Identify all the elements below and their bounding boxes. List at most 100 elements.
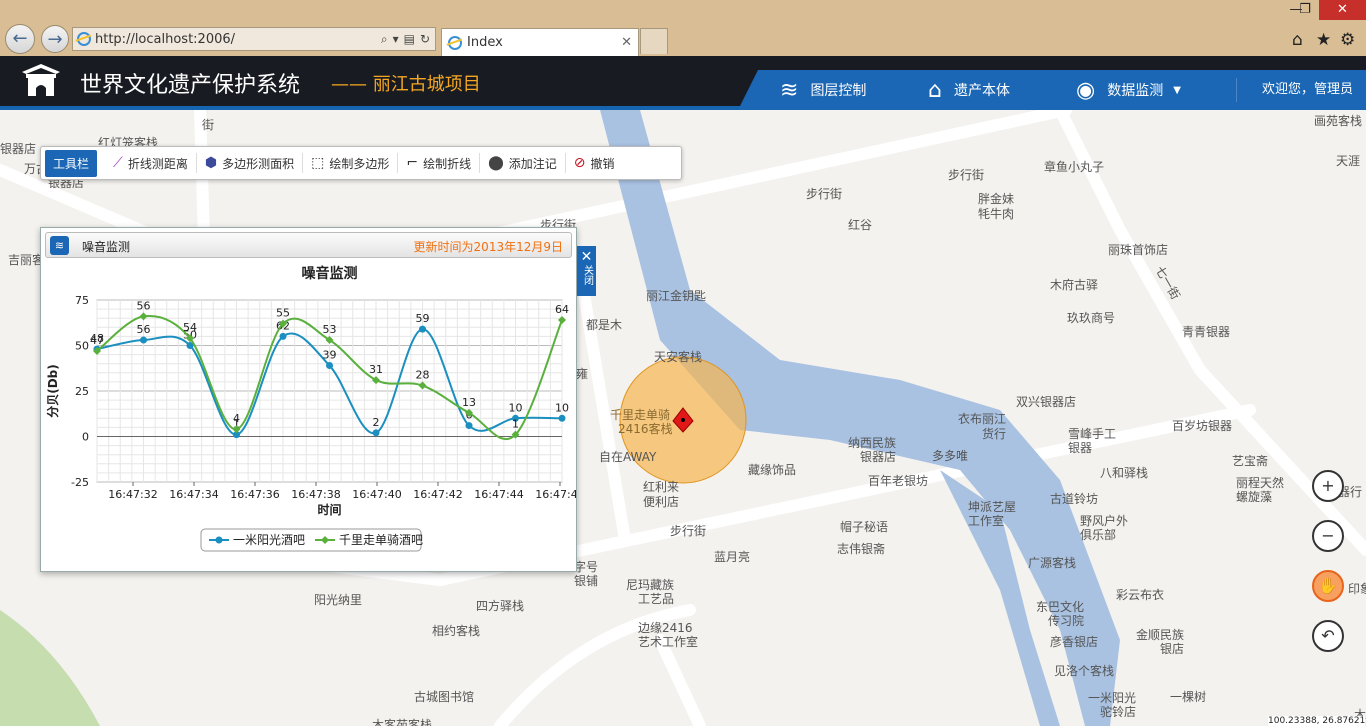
data-label: 13 bbox=[462, 396, 476, 409]
map-label: 百年老银坊 bbox=[868, 474, 929, 488]
tab-close-icon[interactable]: ✕ bbox=[621, 35, 632, 50]
tool-undo[interactable]: ⊘ 撤销 bbox=[566, 153, 623, 173]
settings-gear-icon[interactable]: ⚙ bbox=[1340, 30, 1355, 50]
map-label: 木府古驿 bbox=[1050, 278, 1099, 292]
tool-label: 绘制折线 bbox=[423, 156, 472, 171]
y-tick-label: 25 bbox=[75, 385, 89, 398]
data-label: 39 bbox=[323, 349, 337, 362]
x-tick-label: 16:47:44 bbox=[474, 488, 523, 501]
map-label: 蓝月亮 bbox=[714, 550, 751, 564]
map-label: 步行街 bbox=[670, 524, 707, 538]
home-icon: ⌂ bbox=[928, 77, 942, 103]
series-1-point bbox=[419, 325, 426, 333]
zoom-out-button[interactable]: − bbox=[1312, 520, 1344, 552]
data-label: 2 bbox=[373, 416, 380, 429]
x-tick-label: 16:47:34 bbox=[169, 488, 218, 501]
draw-polyline-icon: ⌐ bbox=[406, 155, 419, 171]
zoom-in-button[interactable]: + bbox=[1312, 470, 1344, 502]
system-name: 世界文化遗产保护系统 bbox=[80, 73, 301, 98]
back-extent-button[interactable]: ↶ bbox=[1312, 620, 1344, 652]
map-label: 青青银器 bbox=[1182, 325, 1231, 339]
data-label: 59 bbox=[416, 312, 430, 325]
map-label: 彦香银店 bbox=[1050, 635, 1099, 649]
map-label: 多多唯 bbox=[932, 449, 969, 463]
toolbar-title: 工具栏 bbox=[45, 149, 98, 177]
search-icon[interactable]: ⌕ bbox=[381, 32, 388, 47]
x-tick-label: 16:47:42 bbox=[413, 488, 462, 501]
map-label: 银铺 bbox=[574, 574, 599, 588]
tool-draw-polygon[interactable]: ⬚ 绘制多边形 bbox=[303, 153, 399, 173]
home-browser-icon[interactable]: ⌂ bbox=[1292, 30, 1303, 50]
window-close-button[interactable]: ✕ bbox=[1319, 0, 1366, 20]
dropdown-icon[interactable]: ▾ bbox=[393, 32, 399, 46]
y-axis-label: 分贝(Db) bbox=[45, 364, 60, 418]
layers-panel-icon: ≋ bbox=[50, 236, 69, 255]
data-label: 56 bbox=[137, 299, 151, 312]
tool-measure-distance[interactable]: ⟋ 折线测距离 bbox=[105, 153, 197, 173]
series-1-point bbox=[279, 332, 287, 340]
chart-title: 噪音监测 bbox=[302, 265, 358, 282]
map-label: 天涯 bbox=[1336, 154, 1361, 168]
map-label: 印象 bbox=[1348, 582, 1366, 596]
map-toolbar: 工具栏 ⟋ 折线测距离 ⬢ 多边形测面积 ⬚ 绘制多边形 ⌐ 绘制折线 ⬤ 添加注记 ⊘ 撤… bbox=[40, 146, 682, 180]
map-label: 古城图书馆 bbox=[414, 690, 475, 704]
project-name: —— 丽江古城项目 bbox=[331, 74, 481, 95]
close-label: 关闭 bbox=[581, 265, 593, 285]
panel-close-button[interactable]: ✕ 关闭 bbox=[577, 246, 596, 296]
series-1-point bbox=[326, 362, 333, 370]
refresh-icon[interactable]: ↻ bbox=[420, 32, 430, 46]
map-label: 驼铃店 bbox=[1100, 705, 1137, 719]
new-tab-button[interactable] bbox=[640, 28, 668, 54]
map-label: 相约客栈 bbox=[432, 624, 481, 638]
compat-icon[interactable]: ▤ bbox=[404, 32, 415, 46]
map-pin-icon: ⬤ bbox=[488, 155, 504, 171]
noise-monitor-panel: ≋ 噪音监测 更新时间为2013年12月9日 75 50 25 0 -25 16:47:3… bbox=[40, 227, 577, 572]
map-label: 八和驿栈 bbox=[1100, 466, 1149, 480]
pan-hand-button[interactable]: ✋ bbox=[1312, 570, 1344, 602]
url-text[interactable]: http://localhost:2006/ bbox=[95, 32, 381, 47]
map-label: 帽子秘语 bbox=[840, 520, 889, 534]
nav-data-monitor[interactable]: ◉ 数据监测 ▼ bbox=[1076, 70, 1181, 110]
map-label: 吉丽客 bbox=[8, 253, 45, 267]
map-label: 木客苑客栈 bbox=[372, 718, 433, 726]
map-label: 街 bbox=[202, 118, 215, 132]
map-label: 丽珠首饰店 bbox=[1108, 243, 1169, 257]
y-tick-label: 0 bbox=[82, 431, 89, 444]
series-1-point bbox=[558, 414, 566, 422]
noise-chart: 75 50 25 0 -25 16:47:32 16:47:34 16:47:36 16:47:… bbox=[45, 265, 576, 552]
tool-draw-polyline[interactable]: ⌐ 绘制折线 bbox=[398, 153, 481, 173]
map-label: 阳光纳里 bbox=[314, 593, 363, 607]
tool-label: 绘制多边形 bbox=[329, 156, 390, 171]
data-label: 53 bbox=[323, 323, 337, 336]
logo-icon bbox=[22, 64, 60, 96]
address-bar[interactable]: http://localhost:2006/ ⌕ ▾ ▤ ↻ bbox=[72, 27, 436, 51]
ie-icon bbox=[77, 32, 91, 46]
map-label: 艺术工作室 bbox=[638, 635, 699, 649]
monitor-icon: ◉ bbox=[1076, 77, 1096, 103]
data-label: 10 bbox=[509, 401, 523, 414]
map-label: 艺宝斋 bbox=[1232, 454, 1269, 468]
map-label: 志伟银斋 bbox=[837, 542, 886, 556]
tool-add-annotation[interactable]: ⬤ 添加注记 bbox=[480, 153, 566, 173]
map-label: 百岁坊银器 bbox=[1172, 419, 1233, 433]
tool-label: 撤销 bbox=[590, 156, 615, 171]
map-label: 双兴银器店 bbox=[1016, 395, 1077, 409]
map-label: 红谷 bbox=[848, 218, 873, 232]
browser-tab[interactable]: Index ✕ bbox=[441, 28, 639, 56]
maximize-button[interactable]: ❐ bbox=[1290, 0, 1320, 20]
undo-ban-icon: ⊘ bbox=[573, 155, 586, 171]
back-button[interactable]: ← bbox=[5, 24, 35, 54]
map-label: 传习院 bbox=[1048, 614, 1085, 628]
nav-layer-control[interactable]: ≋ 图层控制 bbox=[780, 70, 866, 110]
map-label: 章鱼小丸子 bbox=[1044, 160, 1105, 174]
nav-heritage[interactable]: ⌂ 遗产本体 bbox=[928, 70, 1010, 110]
series-1-point bbox=[140, 336, 147, 344]
favorites-icon[interactable]: ★ bbox=[1316, 30, 1331, 50]
welcome-text: 欢迎您，管理员 bbox=[1262, 82, 1354, 97]
map-label: 步行街 bbox=[948, 168, 985, 182]
forward-button[interactable]: → bbox=[41, 25, 69, 53]
legend-marker bbox=[215, 536, 223, 544]
map-label: 四方驿栈 bbox=[476, 599, 525, 613]
tool-measure-area[interactable]: ⬢ 多边形测面积 bbox=[197, 153, 304, 173]
nav-label: 数据监测 bbox=[1107, 83, 1164, 99]
